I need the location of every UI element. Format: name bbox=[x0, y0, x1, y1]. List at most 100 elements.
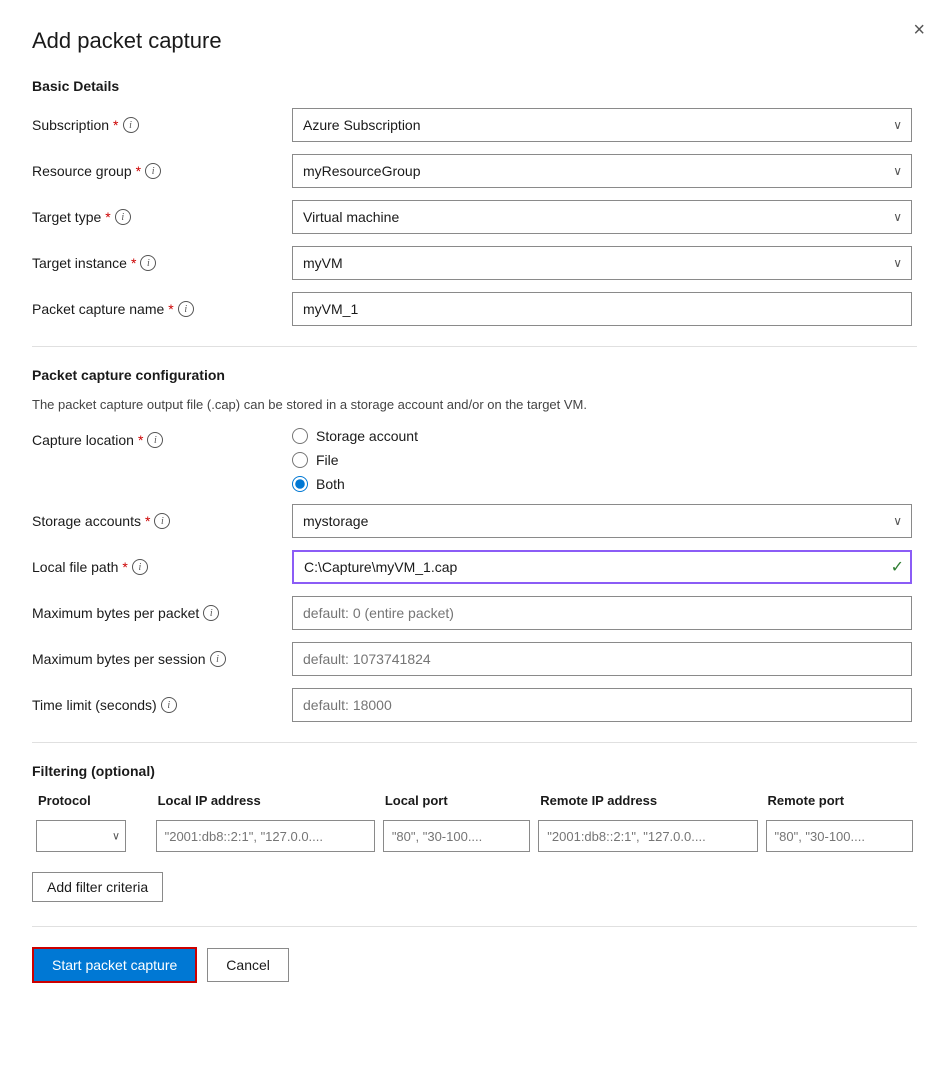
packet-capture-config-section: Packet capture configuration The packet … bbox=[32, 367, 917, 722]
col-protocol-header: Protocol bbox=[32, 793, 152, 816]
col-local-ip-header: Local IP address bbox=[152, 793, 379, 816]
subscription-required: * bbox=[113, 117, 118, 133]
target-type-required: * bbox=[105, 209, 110, 225]
config-section-title: Packet capture configuration bbox=[32, 367, 917, 383]
cancel-button[interactable]: Cancel bbox=[207, 948, 289, 982]
local-file-path-info-icon[interactable]: i bbox=[132, 559, 148, 575]
config-note: The packet capture output file (.cap) ca… bbox=[32, 397, 917, 412]
capture-location-label: Capture location * i bbox=[32, 428, 292, 448]
resource-group-info-icon[interactable]: i bbox=[145, 163, 161, 179]
resource-group-required: * bbox=[136, 163, 141, 179]
radio-storage-account[interactable]: Storage account bbox=[292, 428, 912, 444]
max-bytes-per-session-row: Maximum bytes per session i bbox=[32, 642, 917, 676]
protocol-select[interactable]: TCP UDP Any bbox=[36, 820, 126, 852]
col-remote-port-header: Remote port bbox=[762, 793, 918, 816]
target-instance-required: * bbox=[131, 255, 136, 271]
filtering-section: Filtering (optional) Protocol Local IP a… bbox=[32, 763, 917, 902]
radio-storage-account-input[interactable] bbox=[292, 428, 308, 444]
start-packet-capture-button[interactable]: Start packet capture bbox=[32, 947, 197, 983]
add-packet-capture-dialog: Add packet capture × Basic Details Subsc… bbox=[0, 0, 949, 1068]
storage-accounts-select[interactable]: mystorage bbox=[292, 504, 912, 538]
local-file-path-wrapper: ✓ bbox=[292, 550, 912, 584]
radio-both[interactable]: Both bbox=[292, 476, 912, 492]
packet-capture-name-info-icon[interactable]: i bbox=[178, 301, 194, 317]
filter-table-row: TCP UDP Any ∨ bbox=[32, 816, 917, 856]
max-bytes-per-packet-label: Maximum bytes per packet i bbox=[32, 605, 292, 621]
filter-local-port-cell bbox=[379, 816, 534, 856]
max-bytes-per-packet-row: Maximum bytes per packet i bbox=[32, 596, 917, 630]
local-ip-input[interactable] bbox=[156, 820, 375, 852]
local-port-input[interactable] bbox=[383, 820, 530, 852]
basic-details-section: Basic Details Subscription * i Azure Sub… bbox=[32, 78, 917, 326]
target-instance-label: Target instance * i bbox=[32, 255, 292, 271]
time-limit-row: Time limit (seconds) i bbox=[32, 688, 917, 722]
filter-table-header-row: Protocol Local IP address Local port Rem… bbox=[32, 793, 917, 816]
packet-capture-name-input[interactable] bbox=[292, 292, 912, 326]
protocol-select-wrapper: TCP UDP Any ∨ bbox=[36, 820, 126, 852]
resource-group-select-wrapper: myResourceGroup ∨ bbox=[292, 154, 912, 188]
storage-accounts-select-wrapper: mystorage ∨ bbox=[292, 504, 912, 538]
local-file-path-row: Local file path * i ✓ bbox=[32, 550, 917, 584]
local-file-path-checkmark-icon: ✓ bbox=[891, 557, 904, 577]
dialog-title: Add packet capture bbox=[32, 28, 917, 54]
col-remote-ip-header: Remote IP address bbox=[534, 793, 761, 816]
col-local-port-header: Local port bbox=[379, 793, 534, 816]
dialog-footer: Start packet capture Cancel bbox=[32, 926, 917, 1003]
max-bytes-per-packet-info-icon[interactable]: i bbox=[203, 605, 219, 621]
subscription-row: Subscription * i Azure Subscription ∨ bbox=[32, 108, 917, 142]
storage-accounts-row: Storage accounts * i mystorage ∨ bbox=[32, 504, 917, 538]
packet-capture-name-required: * bbox=[168, 301, 173, 317]
max-bytes-per-session-label: Maximum bytes per session i bbox=[32, 651, 292, 667]
filtering-title: Filtering (optional) bbox=[32, 763, 917, 779]
time-limit-label: Time limit (seconds) i bbox=[32, 697, 292, 713]
radio-both-label: Both bbox=[316, 476, 345, 492]
capture-location-row: Capture location * i Storage account Fil… bbox=[32, 428, 917, 492]
resource-group-label: Resource group * i bbox=[32, 163, 292, 179]
target-instance-info-icon[interactable]: i bbox=[140, 255, 156, 271]
filter-remote-port-cell bbox=[762, 816, 918, 856]
time-limit-info-icon[interactable]: i bbox=[161, 697, 177, 713]
packet-capture-name-row: Packet capture name * i bbox=[32, 292, 917, 326]
target-instance-row: Target instance * i myVM ∨ bbox=[32, 246, 917, 280]
max-bytes-per-session-input[interactable] bbox=[292, 642, 912, 676]
radio-both-input[interactable] bbox=[292, 476, 308, 492]
storage-accounts-required: * bbox=[145, 513, 150, 529]
close-button[interactable]: × bbox=[913, 20, 925, 40]
subscription-select[interactable]: Azure Subscription bbox=[292, 108, 912, 142]
subscription-select-wrapper: Azure Subscription ∨ bbox=[292, 108, 912, 142]
filter-table: Protocol Local IP address Local port Rem… bbox=[32, 793, 917, 856]
target-type-select[interactable]: Virtual machine bbox=[292, 200, 912, 234]
target-type-row: Target type * i Virtual machine ∨ bbox=[32, 200, 917, 234]
capture-location-required: * bbox=[138, 432, 143, 448]
filter-local-ip-cell bbox=[152, 816, 379, 856]
subscription-info-icon[interactable]: i bbox=[123, 117, 139, 133]
capture-location-info-icon[interactable]: i bbox=[147, 432, 163, 448]
remote-port-input[interactable] bbox=[766, 820, 914, 852]
radio-storage-account-label: Storage account bbox=[316, 428, 418, 444]
max-bytes-per-packet-input[interactable] bbox=[292, 596, 912, 630]
target-type-info-icon[interactable]: i bbox=[115, 209, 131, 225]
target-instance-select[interactable]: myVM bbox=[292, 246, 912, 280]
local-file-path-label: Local file path * i bbox=[32, 559, 292, 575]
remote-ip-input[interactable] bbox=[538, 820, 757, 852]
filter-remote-ip-cell bbox=[534, 816, 761, 856]
filter-protocol-cell: TCP UDP Any ∨ bbox=[32, 816, 152, 856]
resource-group-select[interactable]: myResourceGroup bbox=[292, 154, 912, 188]
basic-details-title: Basic Details bbox=[32, 78, 917, 94]
radio-file[interactable]: File bbox=[292, 452, 912, 468]
target-instance-select-wrapper: myVM ∨ bbox=[292, 246, 912, 280]
time-limit-input[interactable] bbox=[292, 688, 912, 722]
radio-file-label: File bbox=[316, 452, 339, 468]
local-file-path-required: * bbox=[122, 559, 127, 575]
resource-group-row: Resource group * i myResourceGroup ∨ bbox=[32, 154, 917, 188]
max-bytes-per-session-info-icon[interactable]: i bbox=[210, 651, 226, 667]
packet-capture-name-label: Packet capture name * i bbox=[32, 301, 292, 317]
subscription-label: Subscription * i bbox=[32, 117, 292, 133]
target-type-select-wrapper: Virtual machine ∨ bbox=[292, 200, 912, 234]
local-file-path-input[interactable] bbox=[292, 550, 912, 584]
capture-location-radio-group: Storage account File Both bbox=[292, 428, 912, 492]
storage-accounts-info-icon[interactable]: i bbox=[154, 513, 170, 529]
add-filter-criteria-button[interactable]: Add filter criteria bbox=[32, 872, 163, 902]
radio-file-input[interactable] bbox=[292, 452, 308, 468]
storage-accounts-label: Storage accounts * i bbox=[32, 513, 292, 529]
